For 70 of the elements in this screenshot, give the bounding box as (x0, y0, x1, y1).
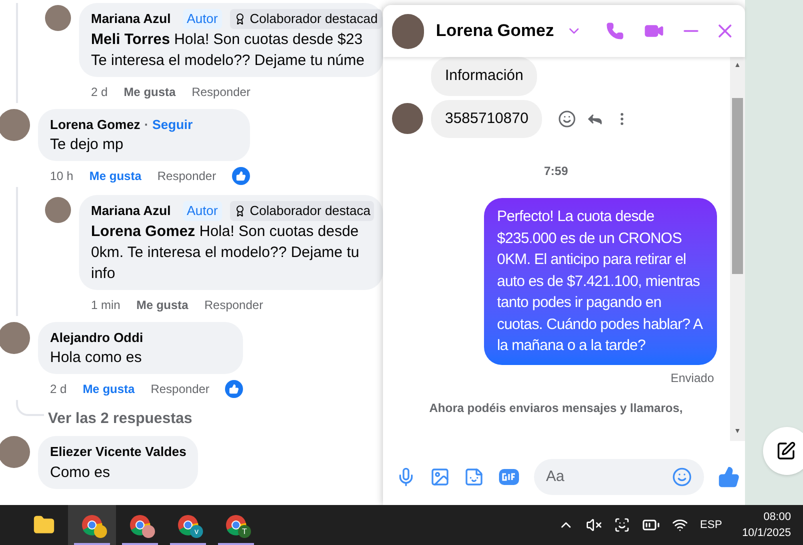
like-link[interactable]: Me gusta (124, 82, 176, 100)
author-tag: Autor (182, 201, 222, 220)
award-icon (234, 204, 246, 217)
follow-link[interactable]: · Seguir (144, 114, 193, 134)
avatar[interactable] (0, 322, 30, 354)
language-indicator[interactable]: ESP (700, 516, 722, 534)
comment-text: Te interesa el modelo?? Dejame tu núme (91, 50, 366, 70)
profile-badge: v (190, 525, 203, 538)
wifi-icon[interactable] (672, 517, 688, 533)
browser-taskbar-button[interactable] (68, 505, 116, 545)
contributor-badge: Colaborador destacad (230, 9, 382, 28)
thumbs-up-icon[interactable] (718, 466, 740, 488)
phone-icon[interactable] (606, 22, 624, 40)
reply-link[interactable]: Responder (157, 167, 216, 185)
chat-notice: Ahora podéis enviaros mensajes y llamaros, (428, 400, 684, 416)
outgoing-message: Perfecto! La cuota desde $235.000 es de un CRONOS 0KM. El anticipo para retirar el auto es de $7.421.100, mientras tanto podes ir pagando en cuotas. Cuándo podes hablar? A la mañana o a la tarde? (484, 198, 717, 364)
award-icon (234, 12, 246, 25)
comment-time[interactable]: 10 h (50, 167, 74, 185)
browser-taskbar-button[interactable]: T (212, 505, 260, 545)
emoji-icon[interactable] (558, 110, 576, 128)
clock[interactable]: 08:00 10/1/2025 (742, 509, 791, 541)
comment-text: 0km. Te interesa el modelo?? Dejame tu (91, 242, 360, 262)
comment-text: Te dejo mp (50, 135, 124, 155)
comment-author[interactable]: Mariana Azul (91, 9, 171, 28)
comment-time[interactable]: 2 d (50, 380, 67, 398)
contact-avatar[interactable] (392, 103, 423, 134)
avatar[interactable] (45, 197, 71, 223)
message-time: 7:59 (542, 163, 570, 180)
sent-status: Enviado (670, 370, 714, 386)
comment-text: Meli Torres Hola! Son cuotas desde $23 (91, 30, 364, 50)
gif-icon[interactable] (498, 468, 520, 486)
contributor-badge: Colaborador destaca (230, 201, 374, 220)
comment-author[interactable]: Eliezer Vicente Valdes (50, 442, 186, 462)
avatar[interactable] (0, 108, 30, 140)
muted-speaker-icon[interactable] (586, 517, 602, 533)
profile-badge: T (238, 525, 251, 538)
comment-text: Hola como es (50, 348, 143, 368)
contact-name[interactable]: Lorena Gomez (436, 18, 554, 44)
incoming-message: Información (431, 57, 538, 96)
like-link[interactable]: Me gusta (82, 380, 135, 398)
like-reaction-icon (225, 380, 244, 398)
comment-time[interactable]: 1 min (91, 296, 120, 314)
incoming-message: 3585710870 (431, 100, 542, 138)
comment-time[interactable]: 2 d (91, 82, 108, 100)
comment-author[interactable]: Mariana Azul (91, 201, 171, 220)
message-input[interactable]: Aa (546, 466, 672, 488)
image-icon[interactable] (430, 467, 450, 487)
folder-icon (33, 514, 55, 536)
new-message-button[interactable] (763, 427, 803, 475)
browser-taskbar-button[interactable]: v (164, 505, 212, 545)
contact-avatar[interactable] (392, 14, 424, 48)
emoji-icon[interactable] (672, 467, 692, 487)
reply-link[interactable]: Responder (150, 380, 210, 398)
like-link[interactable]: Me gusta (136, 296, 188, 314)
author-tag: Autor (182, 9, 222, 28)
comment-text: info (91, 264, 116, 284)
comment-text: Como es (50, 462, 112, 482)
compose-icon (776, 441, 796, 461)
like-link[interactable]: Me gusta (89, 167, 142, 185)
reply-link[interactable]: Responder (204, 296, 264, 314)
comment-text: Lorena Gomez Hola! Son cuotas desde (91, 222, 360, 242)
view-replies-link[interactable]: Ver las 2 respuestas (48, 408, 192, 430)
like-reaction-icon (232, 167, 250, 185)
avatar[interactable] (0, 436, 30, 468)
sticker-icon[interactable] (464, 467, 484, 487)
comment-author[interactable]: Alejandro Oddi (50, 328, 144, 347)
reply-link[interactable]: Responder (192, 82, 250, 100)
message-field[interactable]: Aa (534, 459, 704, 495)
avatar[interactable] (45, 5, 71, 31)
comment-author[interactable]: Lorena Gomez (50, 114, 140, 134)
